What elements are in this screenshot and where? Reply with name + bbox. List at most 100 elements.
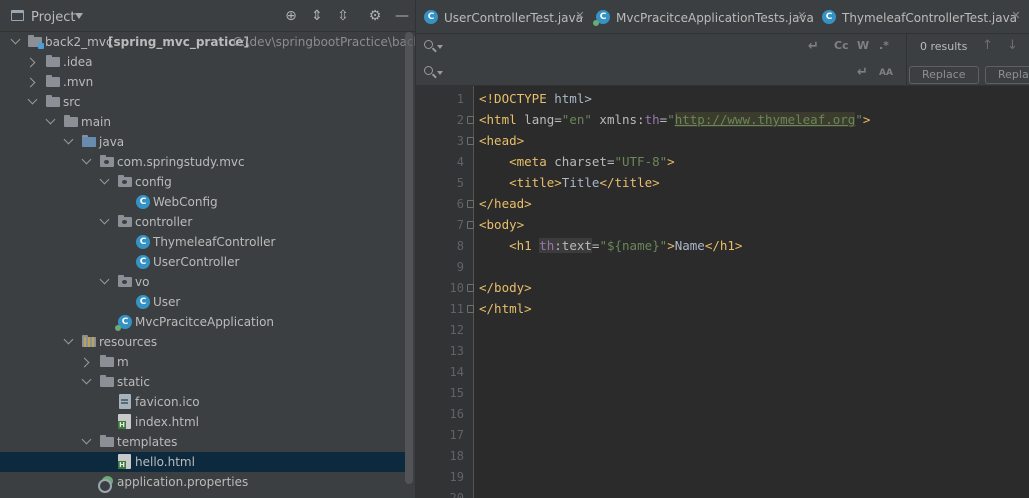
tree-item-favicon[interactable]: favicon.ico <box>0 392 405 412</box>
search-history-chevron-icon[interactable] <box>437 45 443 49</box>
fold-marker-icon[interactable] <box>467 116 474 124</box>
tree-item-config[interactable]: config <box>0 172 405 192</box>
code-line: <head> <box>479 133 524 154</box>
new-line-icon[interactable]: ↵ <box>857 65 868 80</box>
fold-marker-icon[interactable] <box>467 221 474 229</box>
chevron-down-icon[interactable] <box>81 434 92 445</box>
close-icon[interactable]: ✕ <box>574 10 586 22</box>
chevron-down-icon[interactable] <box>63 134 74 145</box>
fold-marker-icon[interactable] <box>467 305 474 313</box>
code-token: Name <box>674 238 705 253</box>
tree-item-templates[interactable]: templates <box>0 432 405 452</box>
regex-toggle[interactable]: .* <box>879 39 889 52</box>
search-icon[interactable] <box>424 40 433 49</box>
chevron-down-icon[interactable] <box>99 174 110 185</box>
tree-item-hello-html[interactable]: hello.html <box>0 452 405 472</box>
whole-words-toggle[interactable]: W <box>857 39 869 52</box>
line-number: 10 <box>449 281 464 295</box>
line-number: 19 <box>449 470 464 484</box>
code-token: "en" <box>561 112 592 127</box>
tree-item-main[interactable]: main <box>0 112 405 132</box>
code-link[interactable]: http://www.thymeleaf.org <box>674 112 856 127</box>
locate-target-icon[interactable]: ⊕ <box>283 8 299 24</box>
chevron-down-icon[interactable] <box>27 94 38 105</box>
close-icon[interactable]: ✕ <box>1010 10 1022 22</box>
next-occurrence-icon[interactable]: ↓ <box>1007 38 1018 53</box>
search-icon[interactable] <box>424 66 433 75</box>
chevron-down-icon[interactable] <box>75 13 83 19</box>
tree-item-application-properties[interactable]: application.properties <box>0 472 405 493</box>
fold-marker-icon[interactable] <box>467 200 474 208</box>
chevron-down-icon[interactable] <box>99 274 110 285</box>
tab-thymeleafcontrollertest[interactable]: C ThymeleafControllerTest.java ✕ <box>814 0 1029 33</box>
code-line: <!DOCTYPE html> <box>479 91 592 112</box>
close-icon[interactable]: ✕ <box>796 10 808 22</box>
tree-item-m[interactable]: m <box>0 352 405 372</box>
tree-item-webconfig[interactable]: C WebConfig <box>0 192 405 212</box>
chevron-right-icon[interactable] <box>25 77 36 88</box>
collapse-all-icon[interactable]: ⇳ <box>335 8 351 24</box>
tree-item-user[interactable]: C User <box>0 292 405 312</box>
source-folder-icon <box>82 135 96 147</box>
image-file-icon <box>119 394 131 409</box>
tab-usercontrollertest[interactable]: C UserControllerTest.java ✕ <box>416 0 588 33</box>
code-token: > <box>667 238 675 253</box>
tree-item-label: vo <box>135 275 150 289</box>
fold-marker-icon[interactable] <box>467 284 474 292</box>
line-number: 5 <box>456 176 464 190</box>
tree-item-src[interactable]: src <box>0 92 405 112</box>
code-token: <!DOCTYPE <box>479 91 547 106</box>
package-icon <box>118 215 132 227</box>
tree-item-label: resources <box>99 335 158 349</box>
find-replace-bar: ↵ Cc W .* ↵ AA 0 results ↑ ↓ Replace Rep… <box>416 34 1029 86</box>
replace-history-chevron-icon[interactable] <box>437 71 443 75</box>
tree-item-thymeleafcontroller[interactable]: C ThymeleafController <box>0 232 405 252</box>
chevron-down-icon[interactable] <box>45 114 56 125</box>
tree-item-resources[interactable]: resources <box>0 332 405 352</box>
tree-item-package-mvc[interactable]: com.springstudy.mvc <box>0 152 405 172</box>
match-case-toggle[interactable]: Cc <box>834 39 849 52</box>
tree-item-vo[interactable]: vo <box>0 272 405 292</box>
tree-item-static[interactable]: static <box>0 372 405 392</box>
code-editor[interactable]: <!DOCTYPE html> <html lang="en" xmlns:th… <box>475 86 1029 498</box>
project-view-title[interactable]: Project <box>31 10 75 25</box>
class-icon: C <box>136 235 150 249</box>
replace-input[interactable] <box>444 63 804 83</box>
tree-item-mvn[interactable]: .mvn <box>0 72 405 92</box>
folder-icon <box>100 435 114 447</box>
line-number: 8 <box>456 239 464 253</box>
tree-item-label: favicon.ico <box>135 395 200 409</box>
tree-item-mvcpracitceapplication[interactable]: C MvcPracitceApplication <box>0 312 405 332</box>
code-token: </html> <box>479 301 532 316</box>
replace-button[interactable]: Replace <box>909 66 979 84</box>
replace-all-button[interactable]: Replac <box>985 66 1029 84</box>
chevron-right-icon[interactable] <box>79 357 90 368</box>
tree-item-index-html[interactable]: index.html <box>0 412 405 432</box>
fold-marker-icon[interactable] <box>467 137 474 145</box>
search-input[interactable] <box>444 37 804 57</box>
chevron-down-icon[interactable] <box>81 154 92 165</box>
gear-icon[interactable]: ⚙ <box>367 8 383 24</box>
tree-item-idea[interactable]: .idea <box>0 52 405 72</box>
tree-item-java[interactable]: java <box>0 132 405 152</box>
tree-item-back2-mvc[interactable]: back2_mvc [spring_mvc_pratice] C:\dev\sp… <box>0 32 415 52</box>
tab-mvcpracitceapplicationtests[interactable]: C MvcPracitceApplicationTests.java ✕ <box>588 0 814 33</box>
chevron-down-icon[interactable] <box>10 34 21 45</box>
chevron-down-icon[interactable] <box>99 214 110 225</box>
new-line-icon[interactable]: ↵ <box>808 39 819 54</box>
tree-item-controller[interactable]: controller <box>0 212 405 232</box>
folder-icon <box>46 75 60 87</box>
previous-occurrence-icon[interactable]: ↑ <box>982 38 993 53</box>
minimize-icon[interactable]: — <box>394 8 410 24</box>
chevron-right-icon[interactable] <box>25 57 36 68</box>
line-number: 13 <box>449 344 464 358</box>
chevron-down-icon[interactable] <box>63 334 74 345</box>
expand-all-icon[interactable]: ⇕ <box>309 8 325 24</box>
code-token: <html <box>479 112 517 127</box>
tree-item-usercontroller[interactable]: C UserController <box>0 252 405 272</box>
preserve-case-toggle[interactable]: AA <box>879 68 893 78</box>
line-number: 20 <box>449 491 464 498</box>
project-scrollbar[interactable] <box>405 32 413 484</box>
chevron-down-icon[interactable] <box>81 374 92 385</box>
code-line: <title>Title</title> <box>479 175 660 196</box>
